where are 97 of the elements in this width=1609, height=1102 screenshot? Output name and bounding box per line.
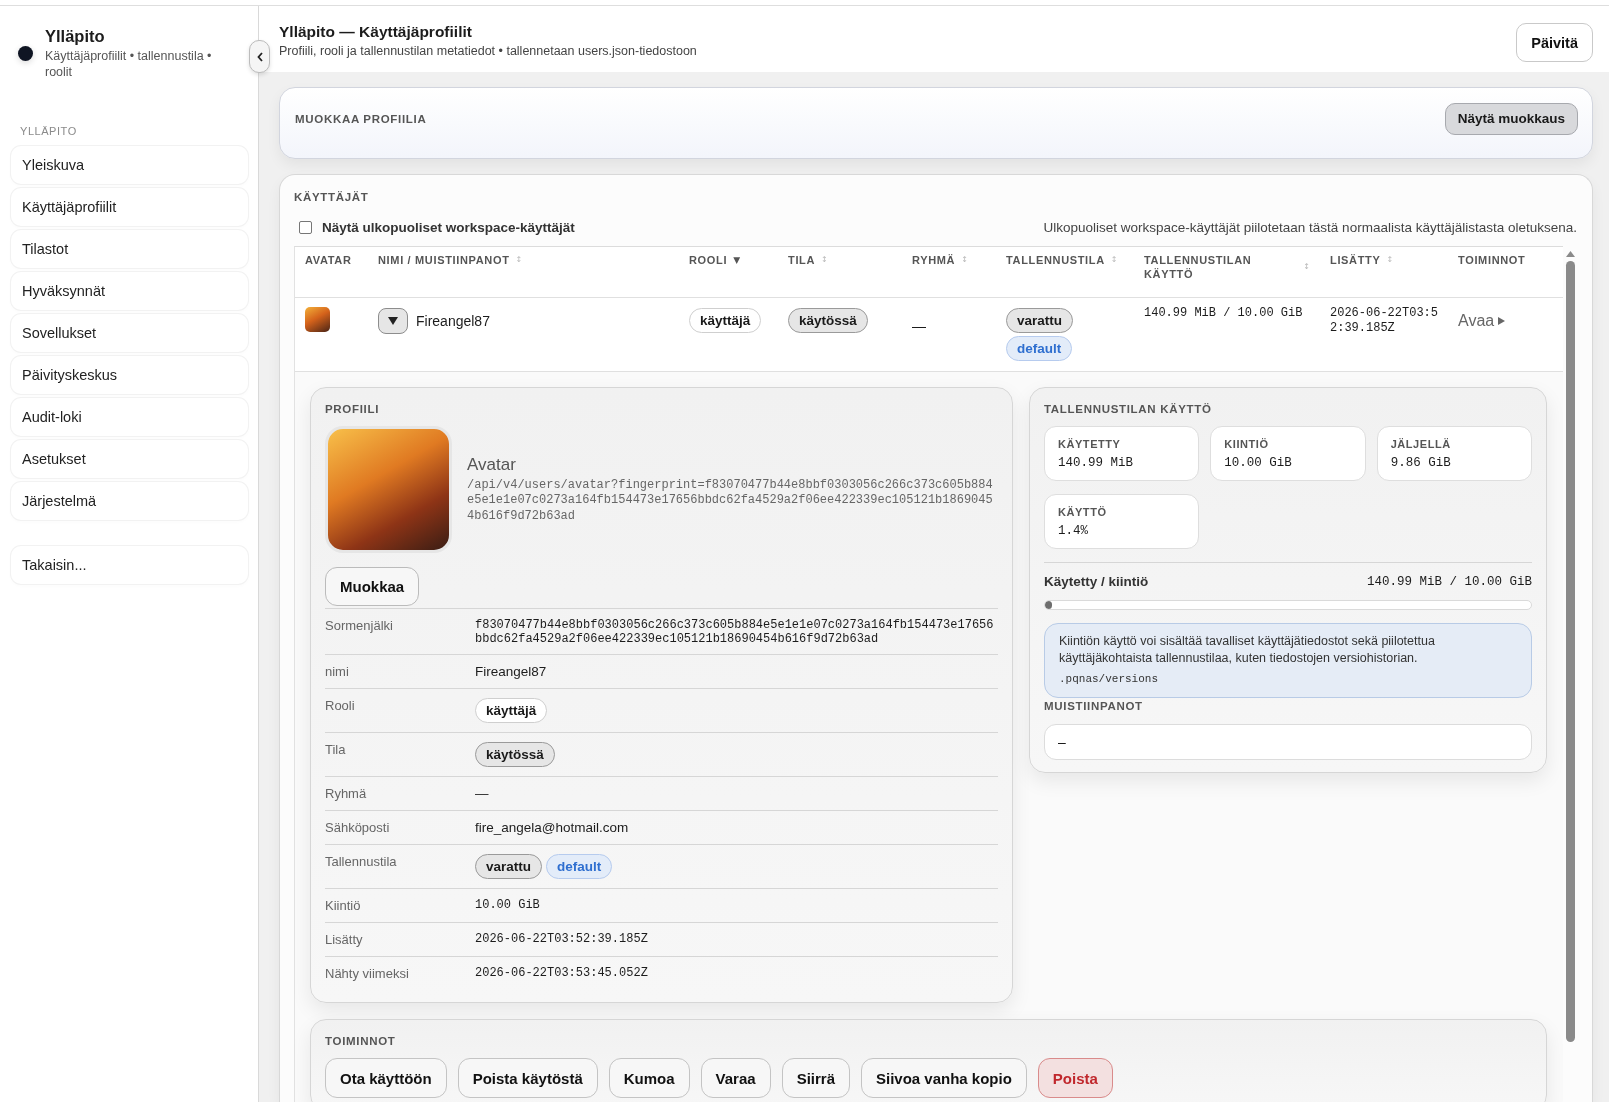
quota-reading: 140.99 MiB / 10.00 GiB: [1366, 574, 1532, 590]
nav-item[interactable]: Käyttäjäprofiilit: [11, 188, 248, 226]
field-value: Fireangel87: [475, 663, 548, 680]
action-button[interactable]: Poista käytöstä: [457, 1058, 598, 1098]
brand-dot-icon: [18, 45, 33, 61]
column-header: ROOLI: [689, 253, 728, 267]
storage-tag: varattu: [1006, 308, 1073, 333]
stat-label: KÄYTETTY: [1058, 437, 1122, 451]
column-header: RYHMÄ: [912, 253, 956, 267]
panel-title: TALLENNUSTILAN KÄYTTÖ: [1044, 402, 1213, 416]
field-value: —: [475, 785, 490, 802]
field-pill: default: [546, 854, 613, 879]
column-header: AVATAR: [305, 253, 352, 267]
field-label: Sormenjälki: [325, 617, 394, 635]
field-label: Lisätty: [325, 931, 364, 948]
scrollbar-thumb[interactable]: [1565, 261, 1575, 1042]
field-value: 10.00 GiB: [475, 898, 541, 912]
field-value: f83070477b44e8bbf0303056c266c373c605b884e5e1e1e07c0273a164fb154473e17656bbdc62fa4529a2f06ee422339ec105121b18690454b616f9d72b63ad: [475, 618, 995, 646]
field-label: Kiintiö: [325, 897, 362, 914]
nav-item[interactable]: Tilastot: [11, 230, 248, 268]
notes-value: –: [1044, 724, 1532, 760]
caret-down-icon: [388, 317, 398, 325]
quota-label: Käytetty / kiintiö: [1044, 574, 1149, 590]
nav-item[interactable]: Yleiskuva: [11, 146, 248, 184]
stat-value: 140.99 MiB: [1058, 456, 1134, 471]
field-label: Tila: [325, 741, 347, 759]
section-label: YLLÄPITO: [20, 124, 78, 138]
panel-title: TOIMINNOT: [325, 1034, 397, 1048]
show-edit-button[interactable]: Näytä muokkaus: [1444, 102, 1578, 135]
notes-label: MUISTIINPANOT: [1044, 699, 1144, 713]
action-button[interactable]: Poista: [1037, 1058, 1113, 1098]
action-button[interactable]: Siivoa vanha kopio: [861, 1058, 1027, 1098]
field-value: 2026-06-22T03:53:45.052Z: [475, 966, 649, 980]
expand-button[interactable]: [378, 308, 408, 334]
action-button[interactable]: Ota käyttöön: [325, 1058, 447, 1098]
stat-value: 1.4%: [1058, 524, 1089, 539]
column-header: NIMI / MUISTIINPANOT: [378, 253, 510, 267]
group-value: —: [912, 318, 926, 334]
avatar-label: Avatar: [467, 454, 517, 475]
field-label: Tallennustila: [325, 853, 398, 871]
field-value: fire_angela@hotmail.com: [475, 819, 630, 836]
column-header: TILA: [788, 253, 816, 267]
page-title: Ylläpito — Käyttäjäprofiilit: [279, 23, 473, 41]
stat-label: JÄLJELLÄ: [1390, 437, 1452, 451]
checkbox-label: Näytä ulkopuoliset workspace-käyttäjät: [322, 219, 575, 235]
field-label: nimi: [325, 663, 350, 680]
panel-title: PROFIILI: [325, 402, 381, 416]
page-subtitle: Profiili, rooli ja tallennustilan metatiedot • tallennetaan users.json-tiedostoon: [279, 43, 697, 59]
info-text: Kiintiön käyttö voi sisältää tavalliset käyttäjätiedostot sekä piilotettua käyttäjäkohtaista tallennustilaa, kuten tiedostojen versiohistorian.: [1059, 633, 1436, 667]
storage-usage: 140.99 MiB / 10.00 GiB: [1144, 306, 1303, 321]
sort-descending-icon[interactable]: ▼: [733, 255, 741, 265]
nav-item[interactable]: Audit-loki: [11, 398, 248, 436]
added-date: 2026-06-22T03:52:39.185Z: [1330, 306, 1440, 336]
nav-item[interactable]: Asetukset: [11, 440, 248, 478]
column-header: TALLENNUSTILA: [1006, 253, 1105, 267]
field-label: Sähköposti: [325, 819, 391, 836]
field-label: Rooli: [325, 697, 356, 715]
info-path: .pqnas/versions: [1059, 672, 1160, 687]
avatar-url: /api/v4/users/avatar?fingerprint=f83070477b44e8bbf0303056c266c373c605b884e5e1e1e07c0273a164fb154473e17656bbdc62fa4529a2f06ee422339ec105121b18690454b616f9d72b63ad: [467, 477, 994, 525]
role-pill: käyttäjä: [689, 308, 762, 333]
nav-item[interactable]: Hyväksynnät: [11, 272, 248, 310]
section-title: KÄYTTÄJÄT: [294, 190, 370, 205]
caret-right-icon: [1498, 317, 1506, 325]
action-button[interactable]: Kumoa: [608, 1058, 690, 1098]
stat-value: 10.00 GiB: [1224, 456, 1293, 471]
open-link[interactable]: Avaa: [1458, 312, 1506, 330]
chevron-left-icon: [256, 51, 263, 62]
scroll-up-icon[interactable]: [1565, 251, 1575, 257]
back-nav-item[interactable]: Takaisin...: [11, 546, 248, 584]
action-button[interactable]: Siirrä: [781, 1058, 850, 1098]
filter-note: Ulkopuoliset workspace-käyttäjät piilotetaan tästä normaalista käyttäjälistasta oletuksena.: [1043, 219, 1577, 235]
field-label: Nähty viimeksi: [325, 965, 410, 982]
section-title: MUOKKAA PROFIILIA: [295, 111, 427, 126]
nav-item[interactable]: Sovellukset: [11, 314, 248, 352]
status-pill: käytössä: [788, 308, 868, 333]
nav-item[interactable]: Järjestelmä: [11, 482, 248, 520]
field-label: Ryhmä: [325, 785, 368, 802]
column-header: TOIMINNOT: [1458, 253, 1526, 267]
brand-title: Ylläpito: [45, 26, 106, 46]
edit-button[interactable]: Muokkaa: [325, 567, 420, 606]
field-pill: käytössä: [475, 742, 555, 767]
field-pill: varattu: [475, 854, 542, 879]
field-pill: käyttäjä: [475, 698, 548, 723]
column-header: TALLENNUSTILAN KÄYTTÖ: [1144, 253, 1253, 281]
checkbox[interactable]: [299, 220, 312, 234]
stat-label: KÄYTTÖ: [1058, 505, 1108, 519]
photo-placeholder: [305, 307, 330, 332]
stat-value: 9.86 GiB: [1390, 456, 1452, 471]
field-value: 2026-06-22T03:52:39.185Z: [475, 932, 649, 946]
storage-tag: default: [1006, 336, 1073, 361]
action-button[interactable]: Varaa: [700, 1058, 771, 1098]
brand-subtitle: Käyttäjäprofiilit • tallennustila • roolit: [45, 48, 213, 80]
refresh-button[interactable]: Päivitä: [1516, 23, 1593, 62]
nav-item[interactable]: Päivityskeskus: [11, 356, 248, 394]
user-name: Fireangel87: [416, 313, 490, 329]
column-header: LISÄTTY: [1330, 253, 1381, 267]
stat-label: KIINTIÖ: [1224, 437, 1270, 451]
